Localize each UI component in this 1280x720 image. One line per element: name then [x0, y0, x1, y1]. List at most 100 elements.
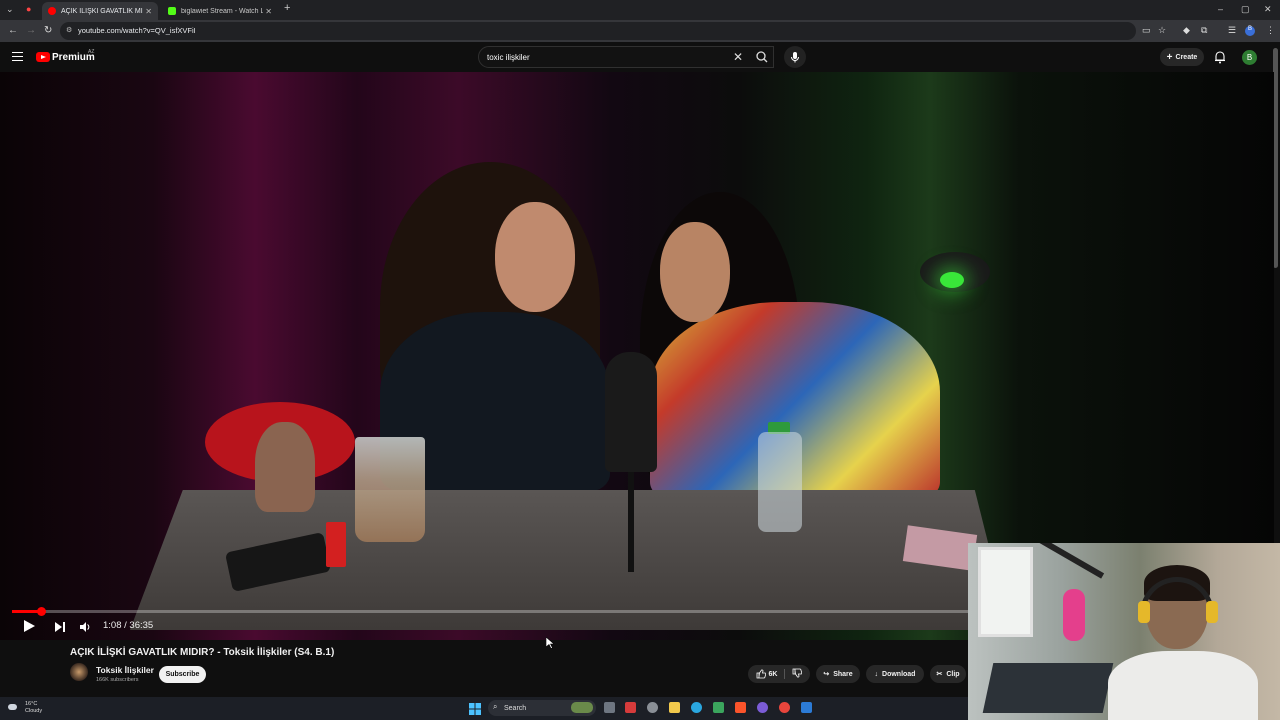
mouse-cursor-icon [546, 637, 554, 649]
browser-tab-strip: ⌄ ● AÇIK İLİŞKİ GAVATLIK MIDIR? ✕ biglaw… [0, 0, 1280, 20]
scissors-icon: ✂ [936, 671, 943, 678]
start-button[interactable] [469, 702, 481, 715]
share-icon: ↪ [823, 671, 830, 678]
chrome-icon[interactable] [779, 702, 790, 713]
host-right-face [660, 222, 730, 322]
address-bar[interactable]: ⚙ youtube.com/watch?v=QV_isfXVFiI [60, 22, 1136, 40]
url-text: youtube.com/watch?v=QV_isfXVFiI [78, 26, 196, 35]
mannequin-bust [255, 422, 315, 512]
water-bottle [758, 432, 802, 532]
volume-icon [80, 622, 90, 632]
tab-title: biglawiet Stream - Watch Live [181, 7, 263, 15]
close-window-icon[interactable]: ✕ [1264, 4, 1272, 15]
download-label: Download [882, 670, 916, 678]
progress-bar[interactable] [12, 607, 968, 616]
podcast-microphone [605, 352, 657, 472]
back-icon[interactable]: ← [8, 25, 18, 36]
app-calendar-icon[interactable] [625, 702, 636, 713]
taskbar-search-label: Search [504, 704, 527, 712]
video-title: AÇIK İLİŞKİ GAVATLIK MIDIR? - Toksik İli… [70, 647, 335, 658]
microphone-icon [791, 52, 799, 63]
minimize-icon[interactable]: – [1218, 4, 1223, 14]
close-tab-icon[interactable]: ✕ [265, 7, 272, 16]
hamburger-menu-icon[interactable] [12, 52, 23, 61]
extension-icon[interactable]: ● [26, 4, 31, 14]
create-label: Create [1175, 53, 1198, 61]
mic-arm [1031, 543, 1105, 579]
channel-name[interactable]: Toksik İlişkiler [96, 665, 154, 675]
new-tab-button[interactable]: + [284, 2, 290, 14]
task-view-icon[interactable] [604, 702, 615, 713]
dislike-button[interactable] [792, 668, 803, 680]
lamp-glow [940, 272, 964, 288]
search-button[interactable] [750, 46, 774, 68]
close-tab-icon[interactable]: ✕ [145, 7, 152, 16]
youtube-logo-icon[interactable] [36, 52, 50, 62]
search-icon: ⌕ [493, 702, 498, 711]
browser-toolbar: ← → ↻ ⚙ youtube.com/watch?v=QV_isfXVFiI … [0, 20, 1280, 42]
iced-coffee-cup [355, 437, 425, 542]
app-store-icon[interactable] [713, 702, 724, 713]
tab-search-icon[interactable]: ⌄ [6, 4, 14, 15]
plus-icon: + [1166, 51, 1173, 63]
create-button[interactable]: + Create [1160, 48, 1204, 66]
weather-widget[interactable]: 16°C Cloudy [8, 701, 42, 715]
bookmark-star-icon[interactable]: ☆ [1158, 25, 1166, 36]
download-button[interactable]: ↓ Download [866, 665, 924, 683]
extensions-puzzle-icon[interactable]: ⧉ [1201, 25, 1207, 36]
steam-icon[interactable] [801, 702, 812, 713]
tab-youtube[interactable]: AÇIK İLİŞKİ GAVATLIK MIDIR? ✕ [42, 2, 158, 20]
host-left-face [495, 202, 575, 312]
site-info-icon[interactable]: ⚙ [66, 26, 72, 34]
like-divider [784, 669, 786, 679]
search-input[interactable]: toxic ilişkiler ✕ [478, 46, 774, 68]
maximize-icon[interactable]: ▢ [1241, 4, 1250, 15]
headphone-right-cup [1206, 601, 1218, 623]
edge-icon[interactable] [691, 702, 702, 713]
tab-kick-stream[interactable]: biglawiet Stream - Watch Live ✕ [162, 2, 278, 20]
skip-next-icon [55, 622, 65, 632]
next-button[interactable] [54, 620, 66, 638]
youtube-favicon-icon [48, 7, 56, 15]
subscriber-count: 166K subscribers [96, 677, 139, 683]
extension-diamond-icon[interactable]: ◆ [1183, 25, 1190, 36]
streamer-microphone [1063, 589, 1085, 641]
streamer-shirt [1108, 651, 1258, 720]
kick-favicon-icon [168, 7, 176, 15]
play-button[interactable] [22, 619, 36, 638]
like-button[interactable]: 6K [756, 669, 778, 679]
brave-icon[interactable] [735, 702, 746, 713]
voice-search-button[interactable] [784, 46, 806, 68]
clear-search-icon[interactable]: ✕ [733, 50, 743, 64]
taskbar-search[interactable]: ⌕ Search [488, 700, 596, 716]
windows-taskbar: 16°C Cloudy ⌕ Search [0, 697, 968, 720]
forward-icon[interactable]: → [26, 25, 36, 36]
streamer-webcam [968, 543, 1280, 720]
mic-stand-pole [628, 472, 634, 572]
clip-button[interactable]: ✂ Clip [930, 665, 966, 683]
discord-icon[interactable] [757, 702, 768, 713]
keyboard [982, 663, 1114, 713]
share-button[interactable]: ↪ Share [816, 665, 860, 683]
notifications-button[interactable] [1214, 50, 1226, 69]
headphone-left-cup [1138, 601, 1150, 623]
subscribe-button[interactable]: Subscribe [159, 666, 206, 683]
browser-menu-icon[interactable]: ⋮ [1266, 25, 1275, 36]
search-query: toxic ilişkiler [487, 53, 530, 62]
download-icon: ↓ [874, 670, 879, 678]
app-settings-icon[interactable] [647, 702, 658, 713]
search-icon [756, 51, 768, 63]
volume-button[interactable] [79, 620, 91, 638]
file-explorer-icon[interactable] [669, 702, 680, 713]
tab-list-icon[interactable]: ☰ [1228, 25, 1236, 36]
play-icon [24, 620, 35, 632]
account-avatar[interactable]: B [1242, 50, 1257, 65]
like-count: 6K [768, 670, 778, 678]
profile-avatar[interactable]: B [1245, 26, 1255, 36]
thumbs-up-icon [756, 669, 766, 679]
red-lipstick [326, 522, 346, 567]
tab-title: AÇIK İLİŞKİ GAVATLIK MIDIR? [61, 7, 143, 15]
cast-icon[interactable]: ▭ [1142, 25, 1151, 36]
reload-icon[interactable]: ↻ [44, 25, 52, 36]
channel-avatar[interactable] [70, 663, 88, 681]
